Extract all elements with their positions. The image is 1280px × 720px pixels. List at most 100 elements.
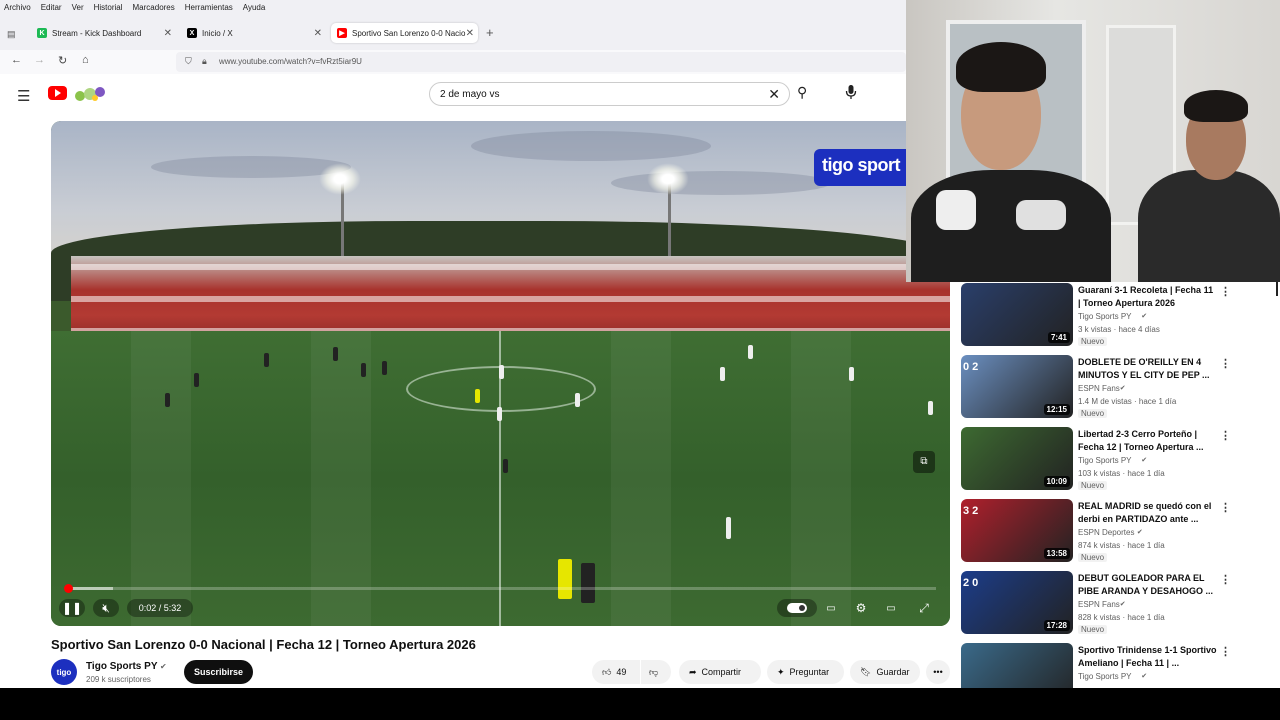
channel-name[interactable]: ESPN Deportes [1078,528,1134,537]
gear-icon: ⚙ [855,601,867,615]
clear-search-icon[interactable]: ✕ [768,86,780,103]
close-icon[interactable]: ✕ [314,28,322,39]
video-thumbnail[interactable]: 0 2 12:15 [961,355,1073,418]
stand-advert-row [71,264,950,270]
search-icon[interactable]: ⚲ [797,84,807,101]
video-title-link[interactable]: Libertad 2-3 Cerro Porteño | Fecha 12 | … [1078,428,1218,453]
channel-name[interactable]: Tigo Sports PY [1078,312,1132,321]
video-player[interactable]: tigo sport ⧉ ❚❚ 🔇︎ 0:02 / 5:32 ▭ ⚙ ▭ ⤢ [51,121,950,626]
search-input[interactable]: 2 de mayo vs [440,89,499,100]
verified-icon: ✔ [1136,529,1143,536]
search-box[interactable]: 2 de mayo vs ✕ [429,82,790,106]
player [194,373,199,387]
forward-icon[interactable]: → [34,54,45,66]
video-thumbnail[interactable] [961,643,1073,688]
pause-button[interactable]: ❚❚ [59,599,85,617]
menu-ayuda[interactable]: Ayuda [243,3,266,12]
menu-archivo[interactable]: Archivo [4,3,31,12]
fullscreen-button[interactable]: ⤢ [912,599,936,617]
video-meta: 874 k vistas · hace 1 día [1078,541,1165,550]
new-tab-icon[interactable]: + [486,25,494,40]
video-thumbnail[interactable]: 3 2 13:58 [961,499,1073,562]
save-button[interactable]: 🔖︎ Guardar [850,660,920,684]
more-vertical-icon[interactable]: ⋮ [1220,429,1231,442]
settings-button[interactable]: ⚙ [849,599,873,617]
autoplay-toggle[interactable] [777,599,817,617]
video-duration: 12:15 [1043,404,1070,415]
more-actions-button[interactable]: ••• [926,660,950,684]
recommendation-item[interactable]: 7:41 Guaraní 3-1 Recoleta | Fecha 11 | To… [961,283,1261,347]
tab-youtube-video[interactable]: ▶ Sportivo San Lorenzo 0-0 Nacio ✕ [331,23,478,43]
recommendation-item[interactable]: 10:09 Libertad 2-3 Cerro Porteño | Fecha … [961,427,1261,491]
streamer-hair [956,42,1046,92]
video-title-link[interactable]: Guaraní 3-1 Recoleta | Fecha 11 | Torneo… [1078,284,1218,309]
sidebar-scrollbar[interactable] [1276,282,1278,296]
channel-avatar[interactable]: tigo [51,659,77,685]
tab-x-home[interactable]: X Inicio / X ✕ [181,23,326,43]
home-icon[interactable]: ⌂ [82,54,89,66]
dislike-button[interactable]: 👎︎ [641,660,671,684]
subscribe-button[interactable]: Suscribirse [184,660,253,684]
subtitles-button[interactable]: ▭ [819,599,843,617]
autoplay-toggle-icon [787,603,807,613]
back-icon[interactable]: ← [11,54,22,66]
more-vertical-icon[interactable]: ⋮ [1220,645,1231,658]
menu-marcadores[interactable]: Marcadores [133,3,175,12]
reload-icon[interactable]: ↻ [58,54,67,67]
tab-list-icon[interactable]: ▤ [7,29,16,40]
verified-icon: ✔ [1141,673,1148,680]
channel-name[interactable]: Tigo Sports PY [1078,456,1132,465]
close-icon[interactable]: ✕ [466,28,474,39]
video-title-link[interactable]: DOBLETE DE O'REILLY EN 4 MINUTOS Y EL CI… [1078,356,1218,381]
channel-name[interactable]: Tigo Sports PY [1078,672,1132,681]
more-vertical-icon[interactable]: ⋮ [1220,501,1231,514]
new-badge: Nuevo [1078,553,1108,562]
recommendation-item[interactable]: 2 0 17:28 DEBUT GOLEADOR PARA EL PIBE ARAN… [961,571,1261,635]
miniplayer-icon[interactable]: ⧉ [913,451,935,473]
lock-icon[interactable]: 🔒︎ [202,56,207,67]
assistant-referee [558,559,572,599]
channel-name[interactable]: ESPN Fans [1078,600,1120,609]
shield-icon[interactable]: ⛉ [185,56,192,67]
recommendation-item[interactable]: Sportivo Trinidense 1-1 Sportivo Amelian… [961,643,1261,688]
more-vertical-icon[interactable]: ⋮ [1220,573,1231,586]
url-text[interactable]: www.youtube.com/watch?v=fvRzt5iar9U [219,57,362,66]
channel-name[interactable]: Tigo Sports PY [86,661,158,672]
more-vertical-icon[interactable]: ⋮ [1220,357,1231,370]
ask-button[interactable]: ✦ Preguntar [767,660,844,684]
tab-strip: ▤ K Stream - Kick Dashboard ✕ X Inicio /… [0,14,906,50]
close-icon[interactable]: ✕ [164,28,172,39]
video-thumbnail[interactable]: 2 0 17:28 [961,571,1073,634]
video-title-link[interactable]: Sportivo Trinidense 1-1 Sportivo Amelian… [1078,644,1218,669]
microphone-icon[interactable] [845,84,857,100]
recommendation-item[interactable]: 0 2 12:15 DOBLETE DE O'REILLY EN 4 MINUTOS… [961,355,1261,419]
tab-label: Stream - Kick Dashboard [52,28,142,38]
menu-ver[interactable]: Ver [72,3,84,12]
video-thumbnail[interactable]: 10:09 [961,427,1073,490]
tab-kick-dashboard[interactable]: K Stream - Kick Dashboard ✕ [31,23,176,43]
theater-mode-button[interactable]: ▭ [879,599,903,617]
video-progress-bar[interactable] [63,584,936,593]
menu-herramientas[interactable]: Herramientas [185,3,233,12]
pause-icon: ❚❚ [61,601,83,615]
video-title-link[interactable]: DEBUT GOLEADOR PARA EL PIBE ARANDA Y DES… [1078,572,1218,597]
share-button[interactable]: ➦ Compartir [679,660,761,684]
youtube-logo[interactable] [48,86,67,100]
recommendation-item[interactable]: 3 2 13:58 REAL MADRID se quedó con el derb… [961,499,1261,563]
share-label: Compartir [701,667,742,677]
video-title-link[interactable]: REAL MADRID se quedó con el derbi en PAR… [1078,500,1218,525]
channel-name[interactable]: ESPN Fans [1078,384,1120,393]
video-title: Sportivo San Lorenzo 0-0 Nacional | Fech… [51,637,476,652]
progress-scrubber[interactable] [63,584,73,593]
mute-button[interactable]: 🔇︎ [93,599,119,617]
address-bar[interactable]: ⛉ 🔒︎ www.youtube.com/watch?v=fvRzt5iar9U [176,52,906,72]
player [503,459,508,473]
more-vertical-icon[interactable]: ⋮ [1220,285,1231,298]
menu-hamburger-icon[interactable]: ☰ [17,87,30,105]
youtube-doodle-icon[interactable] [70,84,108,104]
video-thumbnail[interactable]: 7:41 [961,283,1073,346]
shirt-pattern [936,190,976,230]
menu-editar[interactable]: Editar [41,3,62,12]
menu-historial[interactable]: Historial [94,3,123,12]
like-button[interactable]: 👍︎ 49 [592,660,640,684]
